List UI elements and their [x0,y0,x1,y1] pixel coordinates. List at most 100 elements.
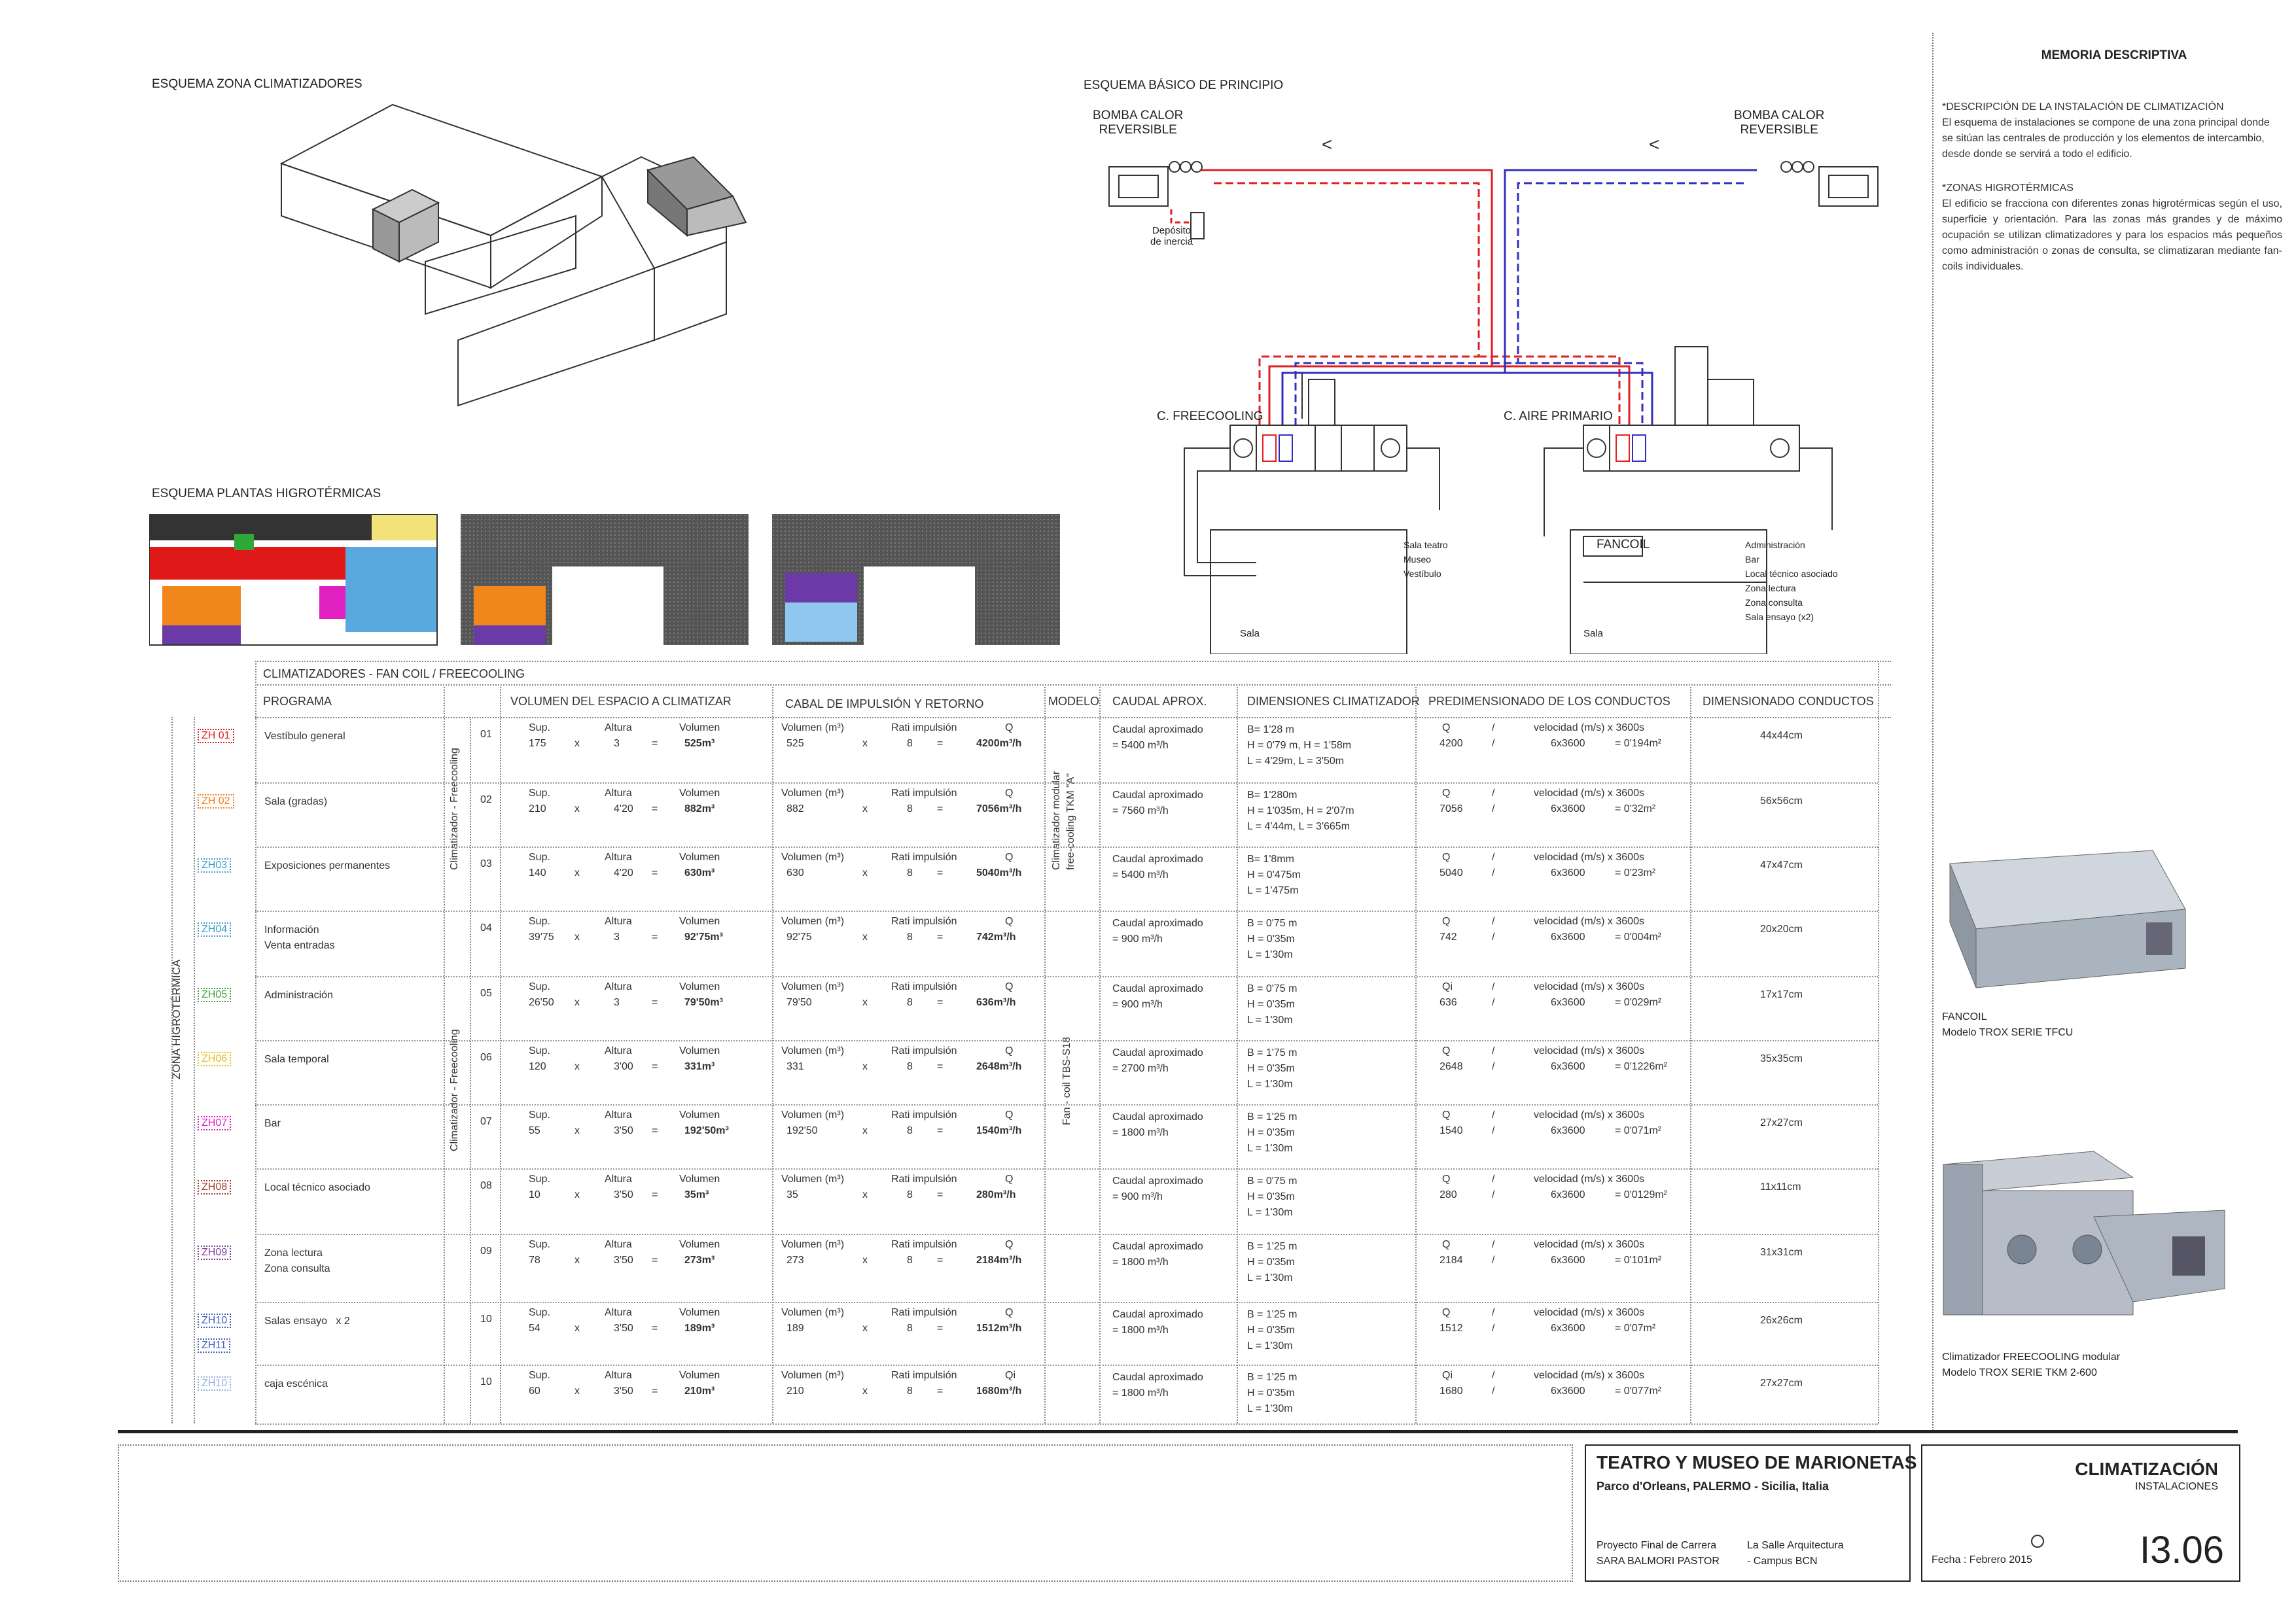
cap-vol: Volumen [679,1109,720,1121]
cap-alt: Altura [605,1370,632,1381]
cv-value: 630 [786,867,804,879]
cap-vol: Volumen [679,722,720,733]
cap-q: Q [1442,1174,1451,1185]
slash: / [1492,916,1495,927]
caudal-cell: Caudal aproximado = 1800 m³/h [1112,1309,1203,1336]
dims-cell: B = 1'25 m H = 0'35m L = 1'30m [1247,1309,1298,1352]
slash: / [1492,1370,1495,1381]
dim-value: 44x44cm [1760,730,1803,741]
cap-vol: Volumen [679,1174,720,1185]
cap-vol: Volumen [679,1370,720,1381]
q-value: 742m³/h [976,932,1016,943]
x-sign: x [574,1255,580,1266]
qi-value: 1540 [1439,1125,1463,1136]
alt-value: 3'50 [614,1323,633,1334]
header-modelo: MODELO [1048,695,1100,708]
q-value: 1540m³/h [976,1125,1022,1136]
rat-value: 8 [907,1125,913,1136]
programa-cell: Vestíbulo general [264,731,345,742]
row-number: 03 [480,858,492,869]
cv-value: 331 [786,1061,804,1072]
sup-value: 210 [529,803,546,814]
x-sign: x [862,867,868,879]
dims-cell: B = 1'25 m H = 0'35m L = 1'30m [1247,1241,1298,1283]
cap-vel: velocidad (m/s) x 3600s [1534,1109,1644,1121]
esquema-zona-title: ESQUEMA ZONA CLIMATIZADORES [152,77,362,91]
cap-alt: Altura [605,1239,632,1250]
q-value: 2184m³/h [976,1255,1022,1266]
eq-sign: = [937,1386,944,1397]
cv-value: 189 [786,1323,804,1334]
cap-q: Q [1442,852,1451,863]
footer-blank-box [118,1444,1573,1582]
sala-teatro-list: Sala teatro Museo Vestíbulo [1404,540,1448,579]
cap-vol: Volumen [679,852,720,863]
x-sign: x [574,1323,580,1334]
zh-badge: ZH 01 [198,729,234,743]
q-value: 280m³/h [976,1189,1016,1200]
row-number: 05 [480,988,492,999]
slash: / [1492,1323,1495,1334]
x-sign: x [574,932,580,943]
row-number: 06 [480,1052,492,1063]
cap-vol: Volumen [679,916,720,927]
qi-value: 280 [1439,1189,1457,1200]
den-value: 6x3600 [1551,932,1585,943]
cap-vol: Volumen [679,1045,720,1056]
cap-volm: Volumen (m³) [781,1239,845,1250]
cap-volm: Volumen (m³) [781,788,845,799]
row-number: 09 [480,1246,492,1257]
qi-value: 2648 [1439,1061,1463,1072]
cv-value: 882 [786,803,804,814]
proyecto-label: Proyecto Final de Carrera [1597,1540,1717,1551]
eq-sign: = [652,803,658,814]
cap-sup: Sup. [529,1370,550,1381]
cap-volm: Volumen (m³) [781,1109,845,1121]
x-sign: x [862,803,868,814]
rat-value: 8 [907,738,913,749]
header-caudal: CAUDAL APROX. [1112,695,1207,708]
row-number: 10 [480,1376,492,1387]
caudal-cell: Caudal aproximado = 2700 m³/h [1112,1047,1203,1074]
den-value: 6x3600 [1551,1323,1585,1334]
sup-value: 39'75 [529,932,554,943]
x-sign: x [574,803,580,814]
alt-value: 3 [614,932,620,943]
sup-value: 175 [529,738,546,749]
caudal-cell: Caudal aproximado = 900 m³/h [1112,983,1203,1010]
x-sign: x [574,738,580,749]
eq-sign: = [652,997,658,1008]
freecooling-label: C. FREECOOLING [1157,410,1263,423]
caudal-cell: Caudal aproximado = 1800 m³/h [1112,1241,1203,1268]
row-number: 10 [480,1314,492,1325]
memoria-divider [1932,33,1934,1433]
fecha-label: Fecha : Febrero 2015 [1932,1554,2032,1565]
cap-q: Qi [1442,1370,1453,1381]
programa-cell: Salas ensayo x 2 [264,1316,350,1327]
slash: / [1492,852,1495,863]
den-value: 6x3600 [1551,1061,1585,1072]
eq-sign: = [937,932,944,943]
qi-value: 7056 [1439,803,1463,814]
x-sign: x [574,1125,580,1136]
x-sign: x [574,867,580,879]
sheet-number: I3.06 [2140,1529,2224,1571]
cap-q: Q [1442,1239,1451,1250]
cv-value: 273 [786,1255,804,1266]
zh-badge: ZH03 [198,858,232,873]
programa-cell: Sala (gradas) [264,796,328,807]
vol-value: 35m³ [684,1189,709,1200]
cap-alt: Altura [605,852,632,863]
cap-alt: Altura [605,1174,632,1185]
rat-value: 8 [907,803,913,814]
res-value: = 0'23m² [1615,867,1656,879]
slash: / [1492,1174,1495,1185]
sup-value: 10 [529,1189,540,1200]
cap-q: Q [1005,916,1014,927]
vol-value: 273m³ [684,1255,715,1266]
cap-rat: Rati impulsión [891,981,957,992]
alt-value: 3 [614,997,620,1008]
eq-sign: = [652,1189,658,1200]
res-value: = 0'194m² [1615,738,1662,749]
eq-sign: = [937,1189,944,1200]
